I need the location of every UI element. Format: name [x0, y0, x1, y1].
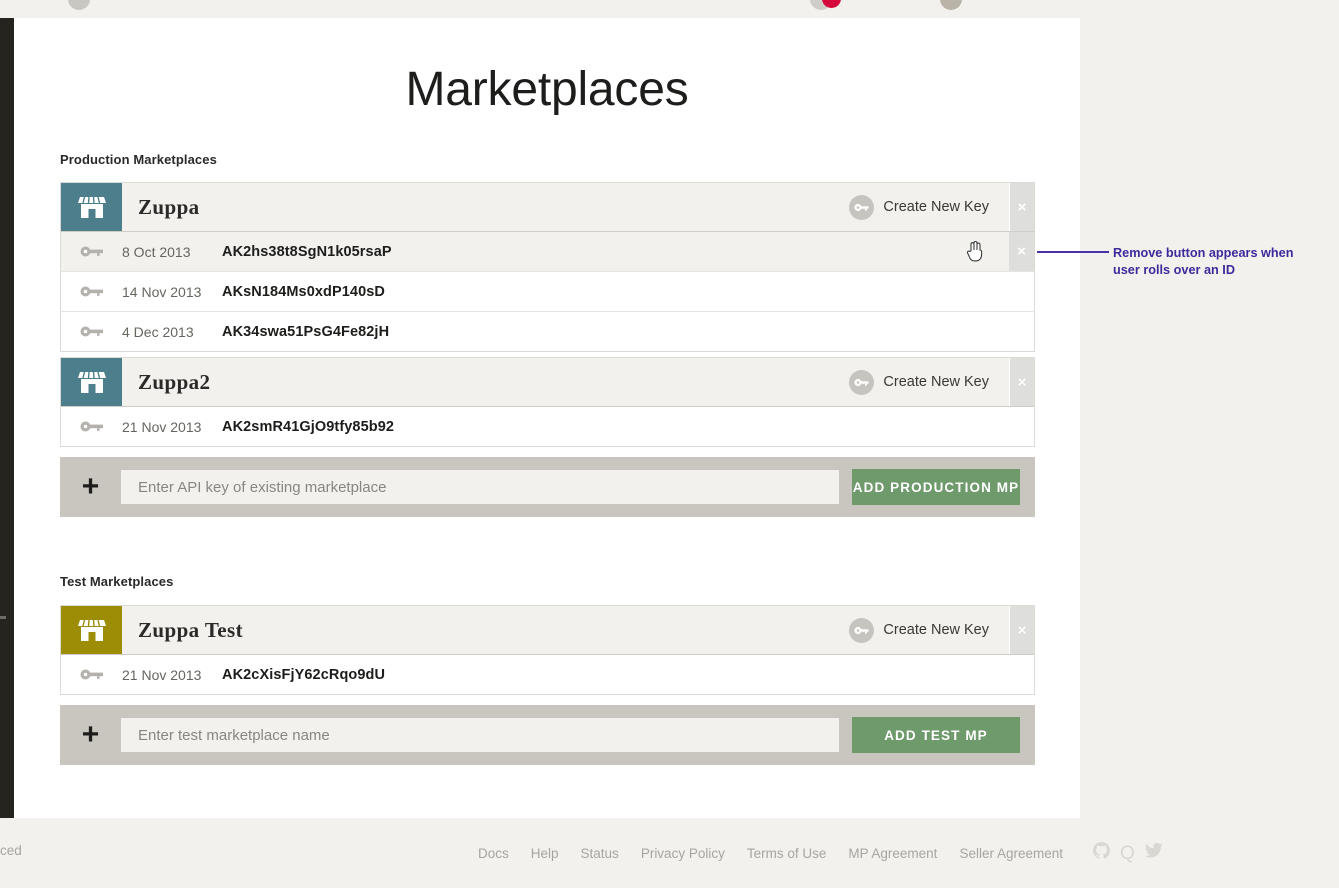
key-circle-icon: [849, 194, 875, 220]
api-key-date: 14 Nov 2013: [122, 283, 202, 300]
api-key-id: AK2smR41GjO9tfy85b92: [222, 418, 395, 435]
rail-nub: [0, 616, 6, 619]
storefront-icon: [61, 606, 122, 654]
api-key-date: 21 Nov 2013: [122, 666, 202, 683]
api-key-row[interactable]: 21 Nov 2013 AK2cXisFjY62cRqo9dU: [60, 655, 1035, 695]
api-key-date: 8 Oct 2013: [122, 243, 191, 260]
add-test-mp-button[interactable]: ADD TEST MP: [852, 717, 1020, 753]
create-new-key-button[interactable]: Create New Key: [849, 183, 1009, 231]
key-circle-icon: [849, 617, 875, 643]
section-label-production: Production Marketplaces: [60, 152, 217, 167]
marketplace-group-zuppa: Zuppa Create New Key × 8 Oct 2013 AK2hs3…: [60, 182, 1035, 352]
remove-marketplace-button[interactable]: ×: [1009, 358, 1034, 406]
marketplace-group-zuppa-test: Zuppa Test Create New Key × 21 Nov 2013 …: [60, 605, 1035, 765]
marketplace-name: Zuppa Test: [138, 617, 243, 642]
twitter-icon[interactable]: [1144, 842, 1163, 863]
footer-link-docs[interactable]: Docs: [478, 846, 509, 861]
footer-left-text: ced: [0, 843, 22, 858]
annotation-line-2: user rolls over an ID: [1113, 263, 1235, 278]
remove-marketplace-button[interactable]: ×: [1009, 183, 1034, 231]
navbar-icon-avatar[interactable]: [940, 0, 962, 10]
api-key-date: 21 Nov 2013: [122, 418, 202, 435]
content-card: Marketplaces Production Marketplaces Zup…: [14, 18, 1080, 818]
create-new-key-button[interactable]: Create New Key: [849, 358, 1009, 406]
key-icon: [61, 421, 122, 432]
api-key-row[interactable]: 21 Nov 2013 AK2smR41GjO9tfy85b92: [60, 407, 1035, 447]
footer-social-links: Q: [1093, 842, 1163, 864]
top-navbar-strip: [20, 0, 1080, 18]
api-key-row[interactable]: 14 Nov 2013 AKsN184Ms0xdP140sD: [60, 272, 1035, 312]
key-icon: [61, 326, 122, 337]
plus-icon: +: [81, 470, 100, 503]
marketplace-name: Zuppa2: [138, 369, 211, 394]
navbar-icon-left[interactable]: [68, 0, 90, 10]
remove-api-key-button[interactable]: ×: [1009, 232, 1034, 271]
page-root: Marketplaces Production Marketplaces Zup…: [0, 0, 1339, 888]
footer-link-terms-of-use[interactable]: Terms of Use: [747, 846, 827, 861]
key-icon: [61, 246, 122, 257]
footer-nav: Docs Help Status Privacy Policy Terms of…: [478, 842, 1163, 864]
marketplace-name: Zuppa: [138, 194, 200, 219]
github-icon[interactable]: [1093, 842, 1110, 864]
key-icon: [61, 286, 122, 297]
key-circle-icon: [849, 369, 875, 395]
q-icon[interactable]: Q: [1120, 844, 1135, 863]
footer-link-help[interactable]: Help: [531, 846, 559, 861]
api-key-row[interactable]: 4 Dec 2013 AK34swa51PsG4Fe82jH: [60, 312, 1035, 352]
api-key-id: AK2hs38t8SgN1k05rsaP: [222, 243, 392, 260]
annotation-leader-line: [1037, 251, 1109, 253]
marketplace-header: Zuppa Create New Key ×: [60, 182, 1035, 232]
mouse-cursor-pointing-hand: [966, 240, 984, 262]
api-key-id: AKsN184Ms0xdP140sD: [222, 283, 385, 300]
marketplace-header: Zuppa Test Create New Key ×: [60, 605, 1035, 655]
production-api-key-input[interactable]: [121, 470, 839, 504]
footer-link-status[interactable]: Status: [581, 846, 619, 861]
plus-icon: +: [81, 718, 100, 751]
api-key-row[interactable]: 8 Oct 2013 AK2hs38t8SgN1k05rsaP ×: [60, 232, 1035, 272]
add-test-marketplace-bar: + ADD TEST MP: [60, 705, 1035, 765]
api-key-date: 4 Dec 2013: [122, 323, 194, 340]
footer-link-mp-agreement[interactable]: MP Agreement: [848, 846, 937, 861]
annotation-line-1: Remove button appears when: [1113, 246, 1294, 260]
create-new-key-label: Create New Key: [883, 199, 989, 215]
storefront-icon: [61, 183, 122, 231]
remove-marketplace-button[interactable]: ×: [1009, 606, 1034, 654]
section-label-test: Test Marketplaces: [60, 574, 174, 589]
test-marketplace-name-input[interactable]: [121, 718, 839, 752]
page-title: Marketplaces: [405, 63, 689, 116]
footer-link-privacy-policy[interactable]: Privacy Policy: [641, 846, 725, 861]
key-icon: [61, 669, 122, 680]
footer-link-seller-agreement[interactable]: Seller Agreement: [959, 846, 1063, 861]
api-key-id: AK2cXisFjY62cRqo9dU: [222, 666, 386, 683]
create-new-key-label: Create New Key: [883, 622, 989, 638]
annotation-text: Remove button appears when user rolls ov…: [1113, 245, 1323, 280]
api-key-id: AK34swa51PsG4Fe82jH: [222, 323, 390, 340]
add-production-mp-button[interactable]: ADD PRODUCTION MP: [852, 469, 1020, 505]
add-production-marketplace-bar: + ADD PRODUCTION MP: [60, 457, 1035, 517]
marketplace-header: Zuppa2 Create New Key ×: [60, 357, 1035, 407]
create-new-key-button[interactable]: Create New Key: [849, 606, 1009, 654]
storefront-icon: [61, 358, 122, 406]
page-footer: ced Docs Help Status Privacy Policy Term…: [0, 818, 1339, 888]
marketplace-group-zuppa2: Zuppa2 Create New Key × 21 Nov 2013 AK2s…: [60, 357, 1035, 517]
create-new-key-label: Create New Key: [883, 374, 989, 390]
